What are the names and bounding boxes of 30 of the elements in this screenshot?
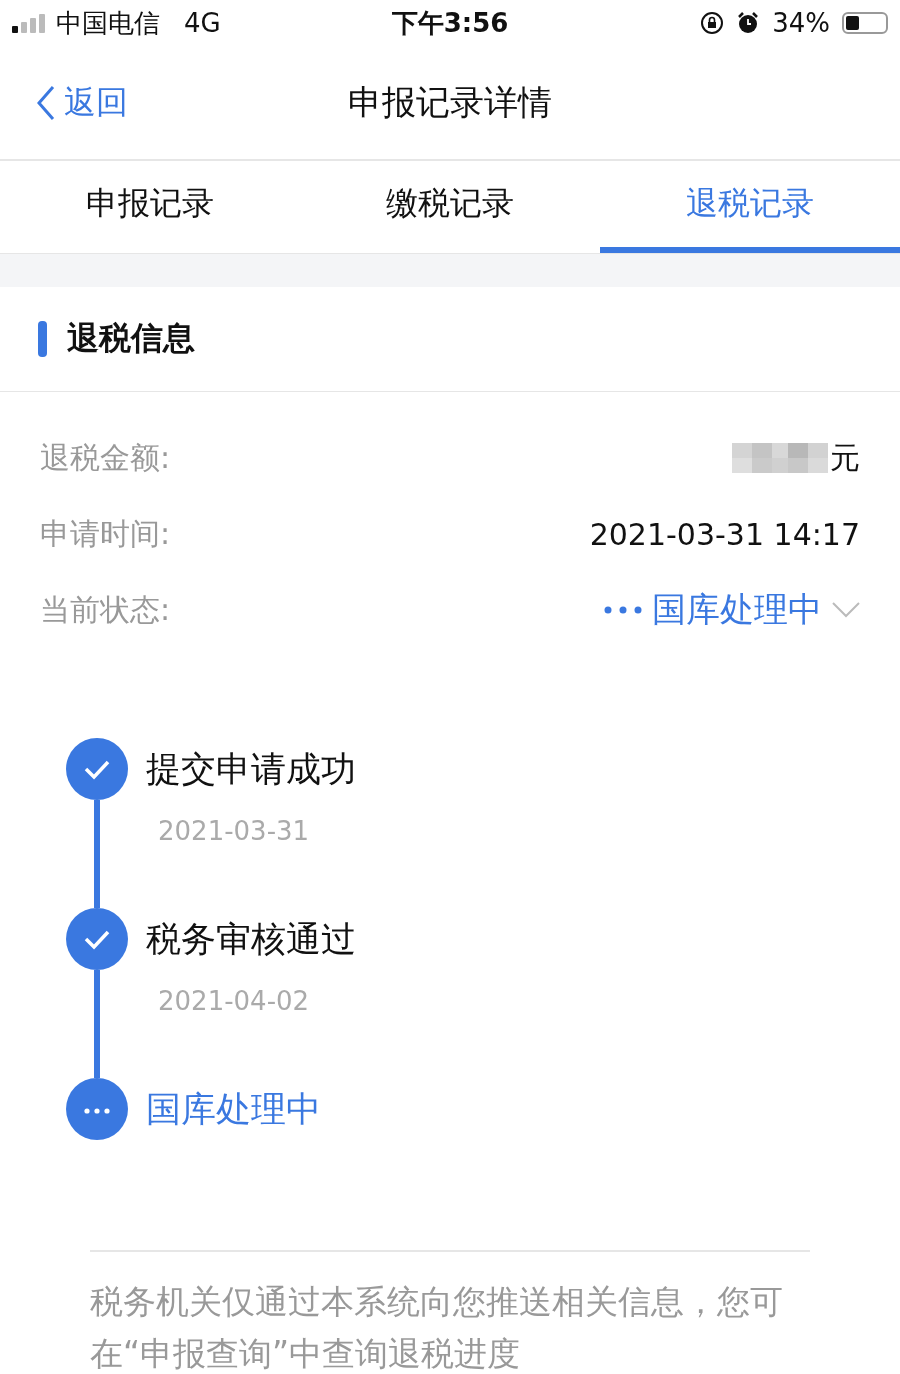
check-circle-icon <box>66 908 128 970</box>
battery-icon <box>842 12 888 34</box>
back-button[interactable]: 返回 <box>36 80 128 125</box>
currency-unit: 元 <box>830 438 860 477</box>
back-chevron-icon[interactable] <box>36 84 56 121</box>
step-title: 国库处理中 <box>146 1088 321 1131</box>
battery-percent: 34% <box>772 8 830 38</box>
tab[interactable]: 申报记录 <box>0 161 300 253</box>
dots-icon <box>604 606 642 614</box>
pending-circle-icon <box>66 1078 128 1140</box>
field-value: 2021-03-31 14:17 <box>589 516 860 552</box>
section-title: 退税信息 <box>67 318 195 359</box>
clock-time: 下午3:56 <box>391 6 509 40</box>
rotation-lock-icon <box>700 11 725 35</box>
status-value[interactable]: 国库处理中 <box>652 587 822 633</box>
step-title: 税务审核通过 <box>146 918 356 961</box>
step-date: 2021-04-02 <box>158 986 311 1016</box>
field-label: 当前状态: <box>40 590 171 629</box>
carrier-name: 中国电信 <box>56 6 160 40</box>
page-title: 申报记录详情 <box>348 80 552 124</box>
signal-icon <box>12 13 48 33</box>
check-circle-icon <box>66 738 128 800</box>
section-marker <box>38 321 47 357</box>
tab[interactable]: 缴税记录 <box>300 161 600 253</box>
footer-note: 税务机关仅通过本系统向您推送相关信息，您可在“申报查询”中查询退税进度 <box>90 1281 784 1374</box>
network-type: 4G <box>184 8 221 38</box>
field-label: 退税金额: <box>40 438 171 477</box>
step-date: 2021-03-31 <box>158 816 311 846</box>
field-label: 申请时间: <box>40 514 171 553</box>
step-title: 提交申请成功 <box>146 748 356 791</box>
